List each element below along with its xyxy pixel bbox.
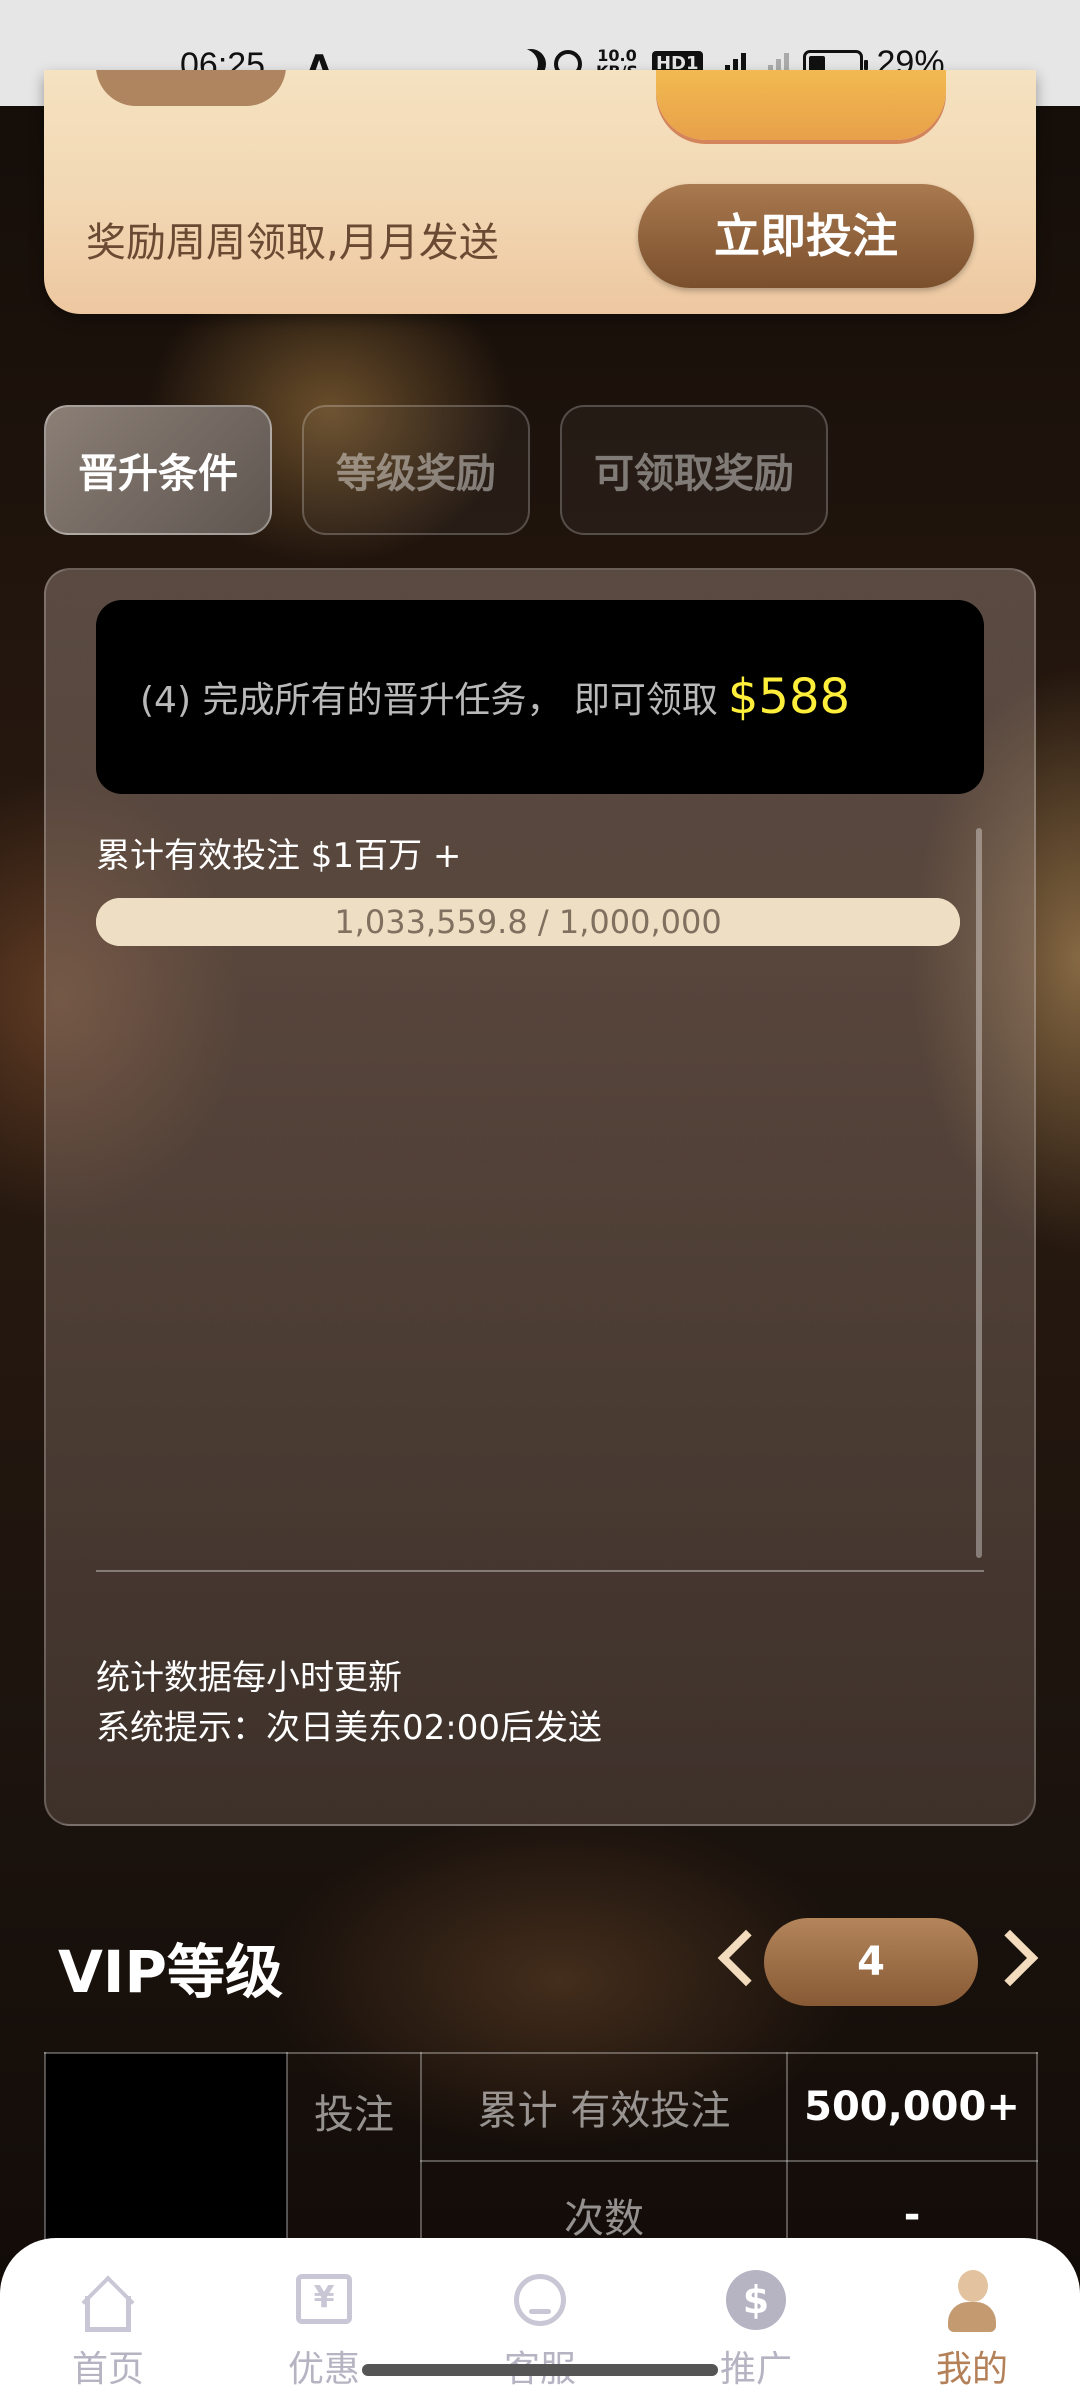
conditions-panel: (4) 完成所有的晋升任务， 即可领取 $588 累计有效投注 $1百万 + 1… xyxy=(44,568,1036,1826)
nav-item-home[interactable]: 首页 xyxy=(0,2238,216,2400)
gift-box-illustration xyxy=(656,70,946,140)
nav-label: 优惠 xyxy=(287,2349,360,2390)
gesture-home-indicator[interactable] xyxy=(362,2364,718,2376)
next-level-chevron-icon[interactable] xyxy=(981,1929,1039,1987)
table-row: 投注 累计 有效投注 500,000+ xyxy=(44,2052,1038,2270)
vip-level-title: VIP等级 xyxy=(58,1938,283,2006)
tab-claimable-rewards[interactable]: 可领取奖励 xyxy=(560,405,828,535)
reward-amount: $588 xyxy=(727,669,851,725)
avatar-head xyxy=(958,2270,988,2302)
table-cell-category: 投注 xyxy=(286,2052,422,2270)
profile-icon xyxy=(940,2270,1004,2334)
coupon-icon: ¥ xyxy=(292,2270,356,2334)
nav-item-profile[interactable]: 我的 xyxy=(864,2238,1080,2400)
system-tip-note: 系统提示：次日美东02:00后发送 xyxy=(96,1708,602,1748)
dollar-glyph: $ xyxy=(726,2270,786,2330)
ticket-glyph: ¥ xyxy=(296,2274,352,2324)
table-cell-blank xyxy=(44,2052,288,2270)
condition-label: 累计有效投注 $1百万 + xyxy=(96,836,462,876)
avatar-body xyxy=(948,2302,996,2332)
avatar xyxy=(948,2270,996,2334)
reward-summary: (4) 完成所有的晋升任务， 即可领取 $588 xyxy=(96,600,984,794)
tab-promotion-conditions[interactable]: 晋升条件 xyxy=(44,405,272,535)
progress-text: 1,033,559.8 / 1,000,000 xyxy=(334,903,722,941)
table-cell-value: 500,000+ xyxy=(786,2052,1038,2162)
promo-banner: 奖励周周领取,月月发送 立即投注 xyxy=(44,70,1036,314)
home-body xyxy=(85,2296,131,2332)
table-cell-label: 累计 有效投注 xyxy=(420,2052,788,2162)
promotion-icon: $ xyxy=(724,2270,788,2334)
tab-level-rewards[interactable]: 等级奖励 xyxy=(302,405,530,535)
customer-service-icon xyxy=(508,2270,572,2334)
banner-decoration xyxy=(96,70,286,106)
nav-label: 我的 xyxy=(935,2349,1008,2390)
reward-text: (4) 完成所有的晋升任务， 即可领取 xyxy=(140,680,718,721)
vip-tabs: 晋升条件 等级奖励 可领取奖励 xyxy=(44,405,828,535)
bet-now-button[interactable]: 立即投注 xyxy=(638,184,974,288)
panel-scrollbar[interactable] xyxy=(976,828,982,1558)
nav-label: 首页 xyxy=(71,2349,144,2390)
nav-label: 推广 xyxy=(719,2349,792,2390)
vip-level-value: 4 xyxy=(764,1918,978,2006)
bet-progress-bar: 1,033,559.8 / 1,000,000 xyxy=(96,898,960,946)
divider xyxy=(96,1570,984,1572)
headset-glyph xyxy=(514,2274,566,2326)
stats-update-note: 统计数据每小时更新 xyxy=(96,1658,402,1698)
home-icon xyxy=(76,2270,140,2334)
banner-text: 奖励周周领取,月月发送 xyxy=(86,220,499,266)
